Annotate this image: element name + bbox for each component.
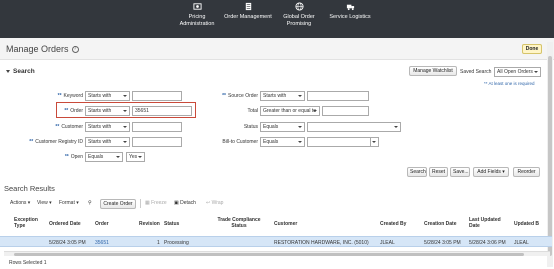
nav-item-order-management[interactable]: Order Management [222,0,274,38]
cell-last-updated: 5/28/24 3:06 PM [469,240,506,246]
done-button[interactable]: Done [522,44,542,54]
page-title-wrap: Manage Orders ? [6,44,79,54]
source-order-label: ** Source Order [222,93,258,99]
collapse-caret-icon [6,69,10,73]
freeze-button[interactable]: ▦ Freeze [145,200,167,206]
add-fields-button[interactable]: Add Fields ▾ [473,167,509,177]
rows-selected-status: Rows Selected 1 [9,260,47,266]
manage-watchlist-button[interactable]: Manage Watchlist [409,66,457,76]
col-exception-type[interactable]: Exception Type [14,217,44,229]
horizontal-scroll-thumb[interactable] [14,253,524,256]
table-row[interactable]: 5/28/24 3:05 PM 35651 1 Processing RESTO… [0,236,552,247]
search-button[interactable]: Search [407,167,427,177]
globe-icon [294,2,304,11]
keyword-operator-select[interactable]: Starts with [85,91,130,101]
customer-operator-select[interactable]: Starts with [85,122,130,132]
toolbar-divider [140,199,141,208]
open-operator-select[interactable]: Equals [85,152,123,162]
bill-to-operator-select[interactable]: Equals [260,137,305,147]
cell-status: Processing [164,240,189,246]
col-created-by[interactable]: Created By [380,221,406,227]
status-value-select[interactable] [307,122,401,132]
col-last-updated-date[interactable]: Last Updated Date [469,217,505,229]
nav-label: Order Management [224,14,272,20]
help-icon[interactable]: ? [71,45,79,53]
reset-button[interactable]: Reset [429,167,448,177]
col-customer[interactable]: Customer [274,221,297,227]
nav-label-2: Administration [179,20,215,27]
format-menu[interactable]: Format ▾ [59,200,79,206]
cell-revision: 1 [157,240,160,246]
col-trade-compliance-status[interactable]: Trade Compliance Status [212,217,266,229]
customer-input[interactable] [132,122,182,132]
create-order-button[interactable]: Create Order [100,199,136,209]
col-status[interactable]: Status [164,221,179,227]
order-input[interactable]: 35651 [132,106,192,116]
nav-item-service-logistics[interactable]: Service Logistics [324,0,376,38]
col-order[interactable]: Order [95,221,109,227]
vertical-scroll-thumb[interactable] [548,56,552,256]
detach-button[interactable]: ▣ Detach [174,200,196,206]
cell-ordered-date: 5/28/24 3:05 PM [49,240,86,246]
col-ordered-date[interactable]: Ordered Date [49,221,81,227]
bill-to-customer-label: Bill-to Customer [222,139,258,145]
actions-menu[interactable]: Actions ▾ [10,200,30,206]
search-header-label: Search [13,68,35,75]
saved-search-select[interactable]: All Open Orders [494,67,541,77]
nav-label: Service Logistics [329,14,371,20]
required-note: ** At least one is required [484,81,535,86]
source-order-operator-select[interactable]: Starts with [260,91,305,101]
total-operator-select[interactable]: Greater than or equal to [260,106,320,116]
open-label: ** Open [64,154,83,160]
results-toolbar: Actions ▾ View ▾ Format ▾ ⚲ Create Order… [0,197,554,211]
customer-registry-operator-select[interactable]: Starts with [85,137,130,147]
col-creation-date[interactable]: Creation Date [424,221,457,227]
bill-to-input[interactable] [307,137,379,147]
search-section-header[interactable]: Search [6,68,35,75]
order-label: ** Order [64,108,83,114]
customer-registry-label: ** Customer Registry ID [29,139,83,145]
customer-registry-input[interactable] [132,137,182,147]
cell-order-link[interactable]: 35651 [95,240,109,246]
open-value-select[interactable]: Yes [126,152,145,162]
cell-updated-by: JLEAL [514,240,529,246]
reorder-button[interactable]: Reorder [513,167,540,177]
status-label: Status [243,124,258,130]
add-fields-label: Add Fields [477,169,501,175]
view-menu[interactable]: View ▾ [37,200,52,206]
status-operator-select[interactable]: Equals [260,122,305,132]
save-button[interactable]: Save... [450,167,470,177]
keyword-input[interactable] [132,91,182,101]
cell-customer: RESTORATION HARDWARE, INC. (5010) [274,240,369,246]
order-operator-select[interactable]: Starts with [85,106,130,116]
bill-to-dropdown-button[interactable] [370,137,379,147]
nav-item-global-order-promising[interactable]: Global Order Promising [280,0,318,38]
pricing-icon [192,3,202,10]
vertical-scrollbar[interactable] [547,42,553,267]
document-icon [245,2,251,11]
page-title: Manage Orders [6,44,69,54]
page-header [0,38,554,60]
source-order-input[interactable] [307,91,369,101]
truck-icon [346,4,354,11]
filter-icon[interactable]: ⚲ [88,200,92,206]
nav-item-pricing-administration[interactable]: Pricing Administration [178,0,216,38]
col-updated-by[interactable]: Updated B [514,221,539,227]
horizontal-scrollbar[interactable] [4,251,550,256]
col-revision[interactable]: Revision [139,221,160,227]
wrap-button[interactable]: ↩ Wrap [206,200,223,206]
search-results-title: Search Results [4,184,55,193]
cell-creation-date: 5/28/24 3:05 PM [424,240,461,246]
cell-created-by: JLEAL [380,240,395,246]
saved-search-label: Saved Search [460,69,492,75]
top-navigation-bar: Pricing Administration Order Management … [0,0,554,38]
nav-label-2: Promising [286,20,312,27]
total-label: Total [247,108,258,114]
keyword-label: ** Keyword [57,93,83,99]
total-input[interactable] [322,106,369,116]
customer-label: ** Customer [55,124,83,130]
